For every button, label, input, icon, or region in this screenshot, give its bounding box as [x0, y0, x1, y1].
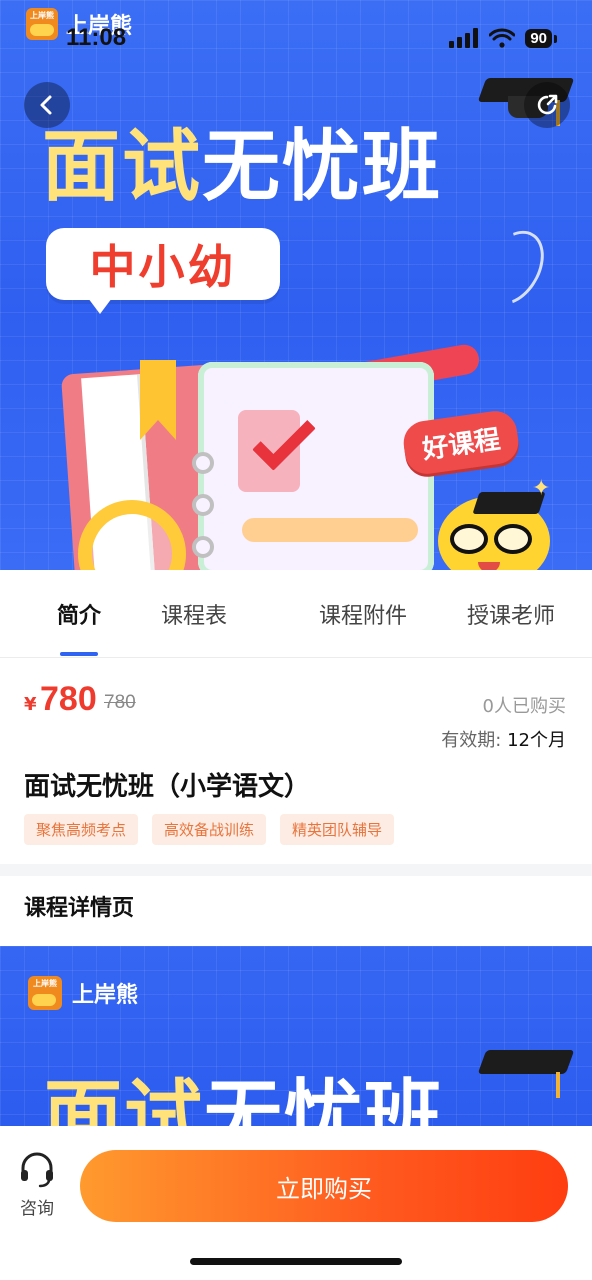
signal-icon	[449, 28, 479, 48]
banner-title: 面试无忧班	[42, 104, 442, 216]
tab-active-indicator	[60, 652, 98, 656]
detail-title: 面试无忧班	[44, 1072, 445, 1126]
course-title: 面试无忧班（小学语文）	[24, 772, 311, 802]
course-price: 780	[40, 680, 97, 718]
section-divider	[0, 864, 592, 876]
share-button[interactable]	[524, 82, 570, 128]
detail-logo-text: 上岸熊	[72, 983, 139, 1008]
course-info: ¥ 780 780 0人已购买 有效期: 12个月 面试无忧班（小学语文） 聚焦…	[0, 658, 592, 864]
notebook-ring	[192, 494, 214, 516]
course-banner: 面试无忧班 中小幼 好课程 ✦ 上岸熊 上岸熊 11:08 90	[0, 0, 592, 570]
bottom-action-bar: 咨询 立即购买	[0, 1126, 592, 1280]
status-time: 11:08	[66, 24, 127, 51]
level-tag-bubble: 中小幼	[46, 228, 280, 314]
battery-indicator: 90	[525, 28, 557, 48]
original-price: 780	[104, 692, 136, 713]
headset-icon	[21, 1152, 53, 1188]
buyer-count: 0人已购买	[482, 696, 566, 717]
validity-period: 有效期: 12个月	[441, 726, 566, 752]
validity-value: 12个月	[507, 730, 566, 751]
bear-logo-icon: 上岸熊	[28, 976, 62, 1010]
consult-button[interactable]: 咨询	[14, 1152, 60, 1219]
tab-attachments[interactable]: 课程附件	[275, 570, 451, 657]
graduation-cap-icon	[477, 1042, 575, 1098]
banner-title-part1: 面试	[42, 122, 203, 212]
course-tags: 聚焦高频考点 高效备战训练 精英团队辅导	[24, 814, 395, 845]
detail-logo: 上岸熊 上岸熊	[28, 976, 138, 1010]
home-indicator	[190, 1258, 402, 1265]
status-bar: 上岸熊 上岸熊 11:08 90	[0, 0, 592, 70]
course-tag: 聚焦高频考点	[24, 814, 139, 845]
tab-teachers[interactable]: 授课老师	[451, 570, 571, 657]
banner-title-part2: 无忧班	[202, 122, 443, 212]
detail-heading: 课程详情页	[24, 896, 135, 921]
course-detail-image: 上岸熊 上岸熊 面试无忧班	[0, 946, 592, 1126]
chevron-left-icon	[40, 95, 52, 115]
notebook-line	[242, 518, 418, 542]
tab-intro[interactable]: 简介	[0, 570, 158, 657]
tab-schedule[interactable]: 课程表	[157, 570, 231, 657]
buy-now-button[interactable]: 立即购买	[80, 1150, 568, 1222]
course-tag: 高效备战训练	[152, 814, 267, 845]
sparkle-icon: ✦	[532, 476, 551, 501]
system-icons: 90	[449, 28, 557, 48]
course-tag: 精英团队辅导	[280, 814, 395, 845]
bear-logo-icon: 上岸熊	[26, 8, 58, 40]
currency-symbol: ¥	[24, 694, 37, 715]
course-tabs: 简介 课程表 课程附件 授课老师	[0, 570, 592, 658]
notebook-ring	[192, 536, 214, 558]
validity-label: 有效期:	[441, 730, 502, 751]
wifi-icon	[489, 28, 516, 48]
consult-label: 咨询	[20, 1199, 54, 1219]
share-icon	[537, 94, 558, 115]
notebook-ring	[192, 452, 214, 474]
back-button[interactable]	[24, 82, 70, 128]
